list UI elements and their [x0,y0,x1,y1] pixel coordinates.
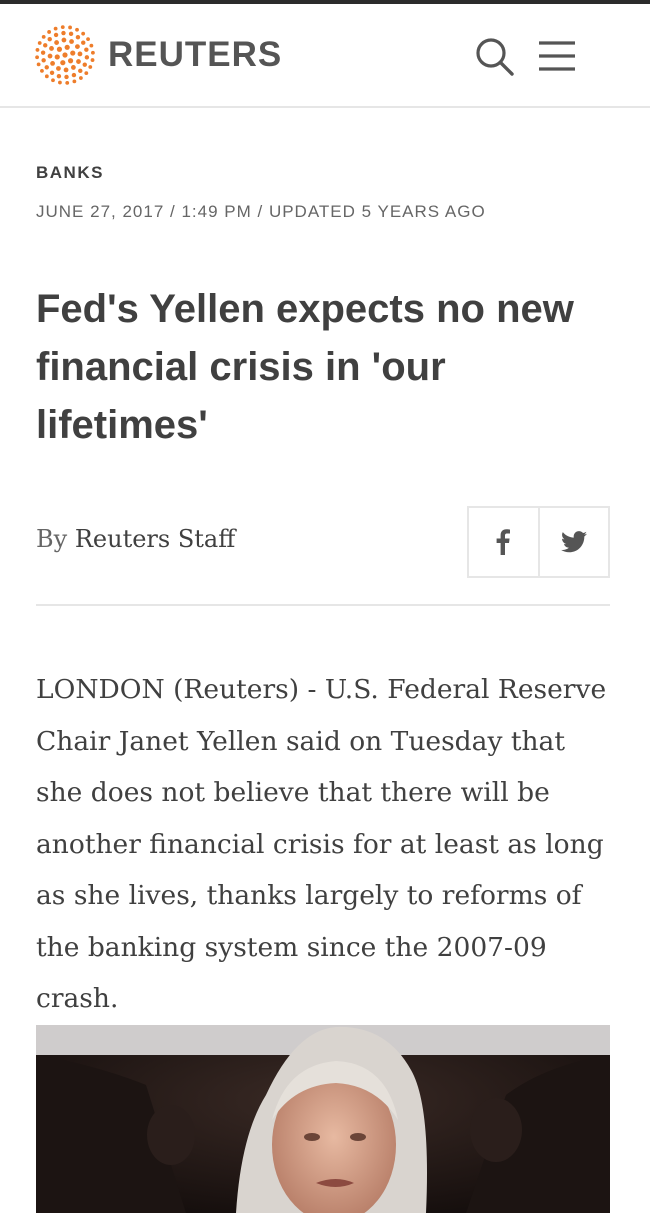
twitter-icon [560,531,587,553]
article-headline: Fed's Yellen expects no new financial cr… [36,287,574,447]
byline-prefix: By [36,525,68,553]
article-lead-paragraph: LONDON (Reuters) - U.S. Federal Reserve … [36,674,607,1014]
twitter-share-button[interactable] [537,508,609,576]
facebook-share-button[interactable] [469,508,538,576]
byline-author[interactable]: Reuters Staff [75,525,235,553]
share-buttons [467,506,610,578]
facebook-icon [496,529,511,555]
search-icon[interactable] [472,34,516,78]
reuters-logo[interactable]: REUTERS [34,24,282,86]
byline: By Reuters Staff [36,525,235,553]
reuters-logo-icon [35,25,95,85]
hamburger-menu-icon[interactable] [535,34,579,78]
photo-image [36,1025,610,1213]
brand-name: REUTERS [108,35,283,74]
category-label[interactable]: BANKS [36,163,104,183]
article-photo[interactable] [36,1025,610,1213]
site-header: REUTERS [0,4,650,108]
dateline: JUNE 27, 2017 / 1:49 PM / UPDATED 5 YEAR… [36,202,486,221]
divider [36,604,610,606]
